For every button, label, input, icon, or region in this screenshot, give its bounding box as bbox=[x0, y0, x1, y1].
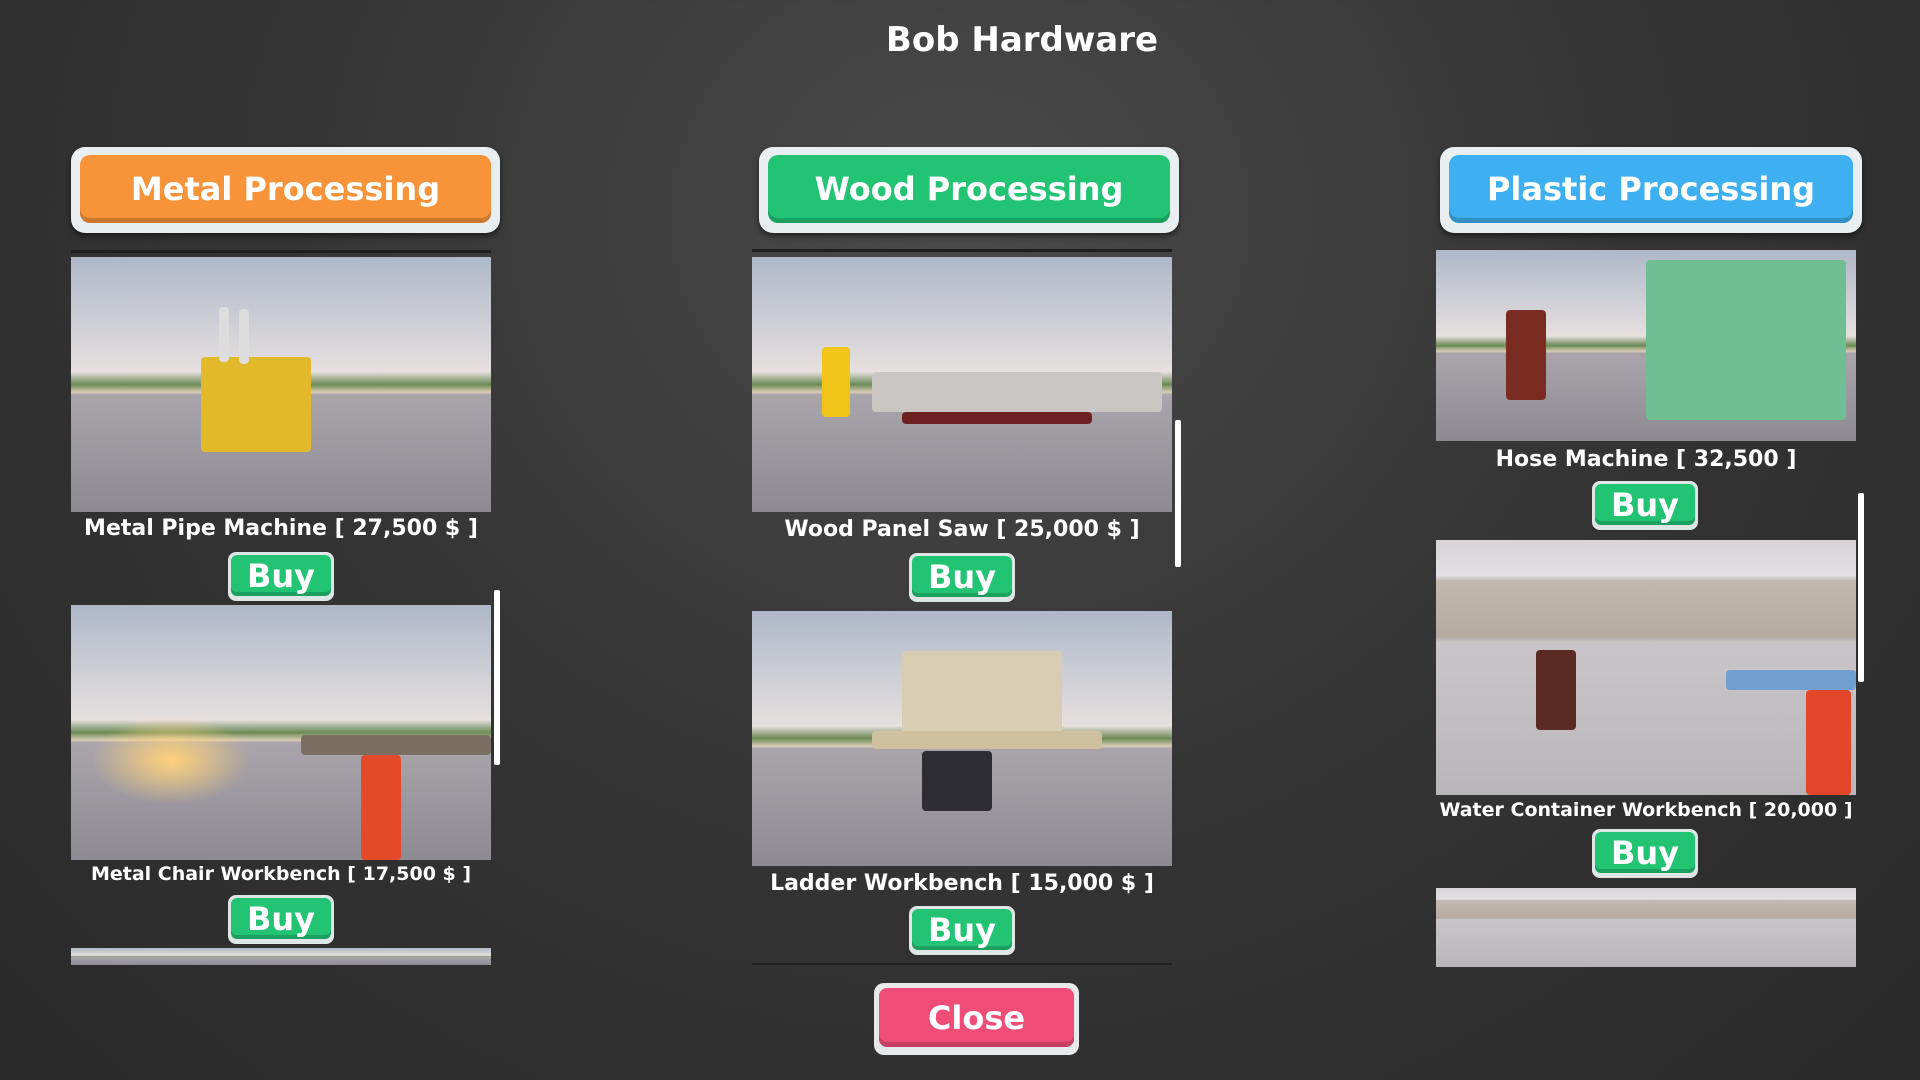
wood-list-scrollbar[interactable] bbox=[1175, 420, 1181, 567]
list-top-edge bbox=[71, 250, 491, 253]
metal-chair-workbench-image bbox=[71, 605, 491, 860]
metal-list-scrollbar[interactable] bbox=[494, 590, 500, 765]
buy-label: Buy bbox=[231, 555, 331, 596]
wood-panel-saw-image bbox=[752, 257, 1172, 512]
close-button[interactable]: Close bbox=[874, 983, 1079, 1055]
ladder-workbench-image bbox=[752, 611, 1172, 866]
buy-button[interactable]: Buy bbox=[909, 553, 1015, 602]
tab-wood-processing[interactable]: Wood Processing bbox=[759, 147, 1179, 233]
next-item-image-partial bbox=[71, 948, 491, 965]
tab-label: Metal Processing bbox=[80, 155, 491, 223]
buy-button[interactable]: Buy bbox=[1592, 481, 1698, 530]
item-name: Hose Machine [ 32,500 ] bbox=[1495, 447, 1797, 472]
next-item-image-partial bbox=[1436, 888, 1856, 967]
buy-label: Buy bbox=[1595, 484, 1695, 525]
shop-title: Bob Hardware bbox=[885, 20, 1159, 60]
item-name: Ladder Workbench [ 15,000 $ ] bbox=[770, 871, 1154, 896]
item-name: Metal Chair Workbench [ 17,500 $ ] bbox=[90, 863, 472, 885]
hose-machine-image bbox=[1436, 250, 1856, 441]
tab-label: Wood Processing bbox=[768, 155, 1170, 223]
item-name: Metal Pipe Machine [ 27,500 $ ] bbox=[84, 516, 478, 541]
buy-button[interactable]: Buy bbox=[1592, 829, 1698, 878]
close-label: Close bbox=[879, 988, 1074, 1047]
list-bottom-edge bbox=[752, 963, 1172, 965]
buy-label: Buy bbox=[231, 898, 331, 939]
list-top-edge bbox=[752, 249, 1172, 252]
metal-pipe-machine-image bbox=[71, 257, 491, 512]
tab-label: Plastic Processing bbox=[1449, 155, 1853, 223]
tab-plastic-processing[interactable]: Plastic Processing bbox=[1440, 147, 1862, 233]
tab-metal-processing[interactable]: Metal Processing bbox=[71, 147, 500, 233]
item-name: Water Container Workbench [ 20,000 ] bbox=[1439, 799, 1853, 821]
buy-label: Buy bbox=[912, 909, 1012, 950]
buy-label: Buy bbox=[1595, 832, 1695, 873]
buy-label: Buy bbox=[912, 556, 1012, 597]
water-container-workbench-image bbox=[1436, 540, 1856, 795]
buy-button[interactable]: Buy bbox=[228, 552, 334, 601]
plastic-list-scrollbar[interactable] bbox=[1858, 493, 1864, 682]
buy-button[interactable]: Buy bbox=[909, 906, 1015, 955]
item-name: Wood Panel Saw [ 25,000 $ ] bbox=[784, 517, 1140, 542]
buy-button[interactable]: Buy bbox=[228, 895, 334, 944]
